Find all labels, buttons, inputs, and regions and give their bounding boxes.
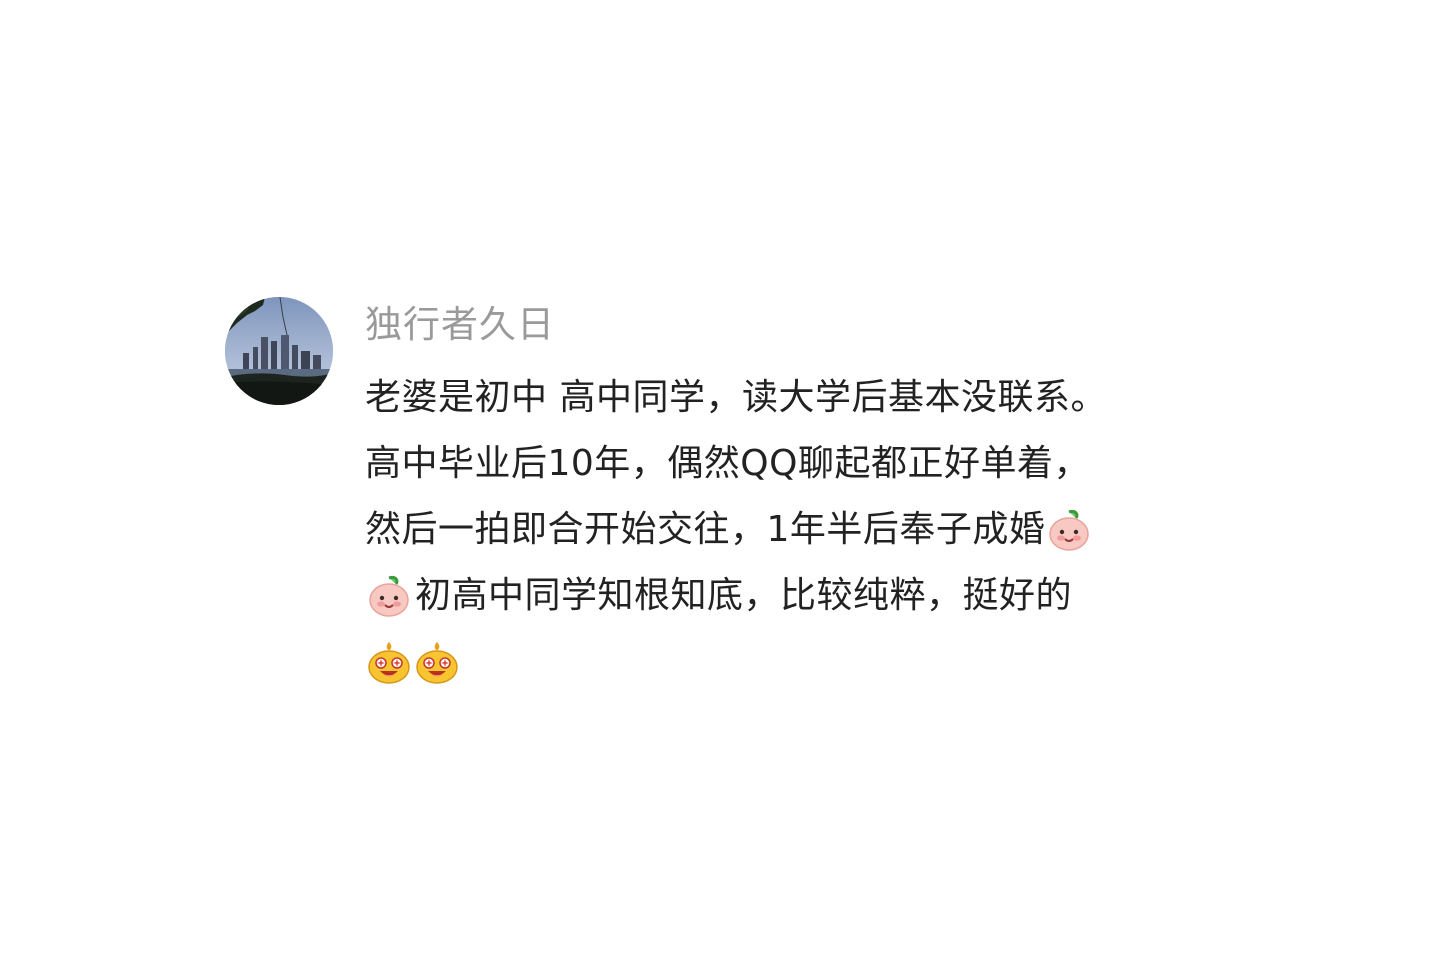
comment-line-text: 高中毕业后10年，偶然QQ聊起都正好单着， bbox=[365, 443, 1090, 484]
blush-face-emoji bbox=[365, 572, 413, 620]
blush-face-emoji bbox=[1045, 506, 1093, 554]
avatar[interactable] bbox=[225, 297, 333, 405]
comment-card: 独行者久日 老婆是初中 高中同学，读大学后基本没联系。 高中毕业后10年，偶然Q… bbox=[0, 0, 1440, 960]
city-skyline-avatar-image bbox=[225, 297, 333, 405]
comment-line-text: 然后一拍即合开始交往，1年半后奉子成婚 bbox=[365, 509, 1046, 550]
comment-line-text: 老婆是初中 高中同学，读大学后基本没联系。 bbox=[365, 377, 1107, 418]
comment-line: 然后一拍即合开始交往，1年半后奉子成婚 bbox=[365, 497, 1225, 563]
excited-face-emoji bbox=[413, 638, 461, 686]
comment-line: 初高中同学知根知底，比较纯粹，挺好的 bbox=[365, 563, 1225, 629]
comment-line bbox=[365, 629, 1225, 695]
comment-text: 老婆是初中 高中同学，读大学后基本没联系。 高中毕业后10年，偶然QQ聊起都正好… bbox=[365, 365, 1225, 695]
comment-line: 高中毕业后10年，偶然QQ聊起都正好单着， bbox=[365, 431, 1225, 497]
excited-face-emoji bbox=[365, 638, 413, 686]
comment-line: 老婆是初中 高中同学，读大学后基本没联系。 bbox=[365, 365, 1225, 431]
author-name[interactable]: 独行者久日 bbox=[365, 300, 555, 350]
comment-line-text: 初高中同学知根知底，比较纯粹，挺好的 bbox=[415, 575, 1073, 616]
